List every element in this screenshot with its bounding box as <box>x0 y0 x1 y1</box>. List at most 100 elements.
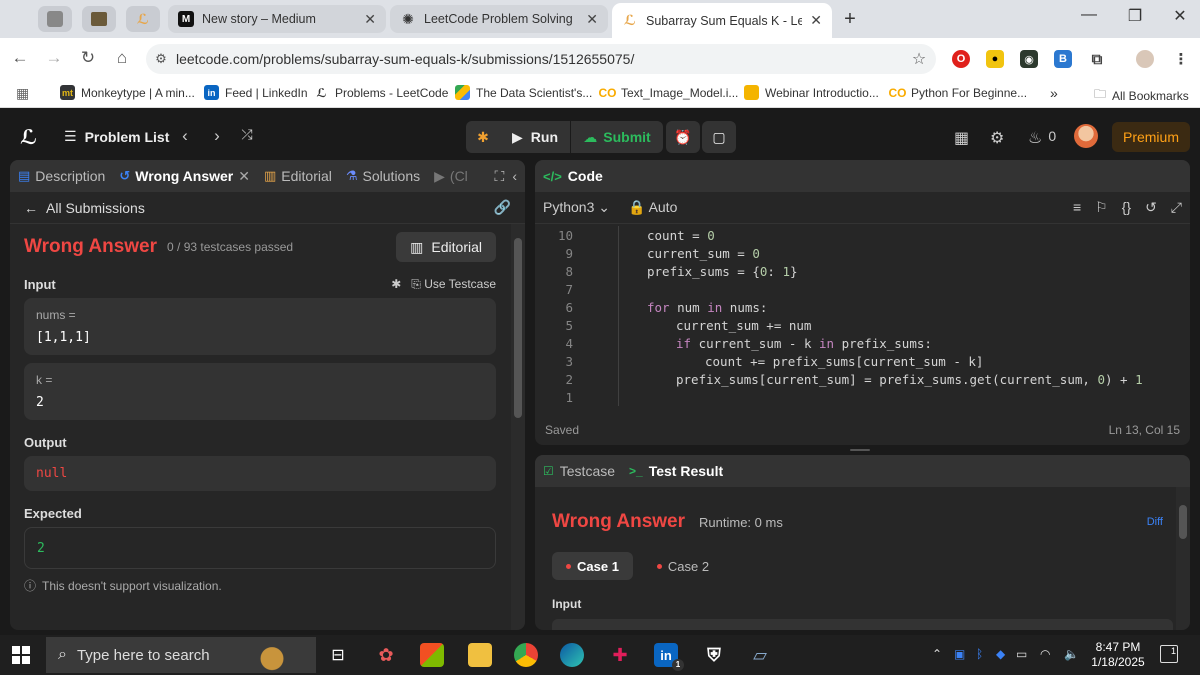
scroll-thumb[interactable] <box>1179 505 1187 539</box>
pinned-tab-2[interactable] <box>82 6 116 32</box>
notepad-icon[interactable]: ▱ <box>748 643 772 667</box>
run-button[interactable]: ▶ Run <box>500 121 570 153</box>
all-bookmarks-button[interactable]: 🗀 All Bookmarks <box>1094 85 1189 106</box>
tab-wrong-answer[interactable]: ↺ Wrong Answer ✕ <box>119 168 250 185</box>
debug-button[interactable]: ✱ <box>466 121 500 153</box>
opera-icon[interactable]: O <box>952 50 970 68</box>
new-tab-button[interactable]: + <box>838 7 862 31</box>
extension-icon[interactable]: ● <box>986 50 1004 68</box>
code-area[interactable]: 10 count = 0 9 current_sum = 0 8 prefix_sum… <box>535 226 1190 406</box>
scroll-thumb[interactable] <box>514 238 522 418</box>
reload-icon[interactable]: ↻ <box>76 48 100 68</box>
menu-kebab-icon[interactable]: ⋮ <box>1172 50 1190 68</box>
minimize-button[interactable]: — <box>1074 6 1104 24</box>
case-tab-2[interactable]: Case 2 <box>643 552 723 580</box>
premium-button[interactable]: Premium <box>1112 122 1190 152</box>
editorial-button[interactable]: ▥ Editorial <box>396 232 496 262</box>
tab-description[interactable]: ▤ Description <box>18 168 105 184</box>
bookmark-leetcode[interactable]: ℒ Problems - LeetCode <box>314 85 448 100</box>
taskbar-search[interactable]: ⌕ Type here to search <box>46 637 316 673</box>
link-icon[interactable]: 🔗 <box>494 199 511 216</box>
task-view-icon[interactable]: ⊟ <box>326 643 350 667</box>
battery-icon[interactable]: ▭ <box>1016 647 1027 661</box>
submit-button[interactable]: ☁ Submit <box>571 121 663 153</box>
panel-resize-handle[interactable] <box>850 449 870 451</box>
tab-medium[interactable]: M New story – Medium ✕ <box>168 5 386 33</box>
more-bookmarks-button[interactable]: » <box>1050 85 1058 101</box>
paint-icon[interactable]: ✿ <box>374 643 398 667</box>
expand-icon[interactable]: ⤢ <box>1171 199 1182 216</box>
tab-test-result[interactable]: >_ Test Result <box>629 463 723 479</box>
close-tab-icon[interactable]: ✕ <box>364 11 376 28</box>
tab-testcase[interactable]: ☑ Testcase <box>543 463 615 479</box>
tab-solutions[interactable]: ⚗ Solutions <box>346 168 420 184</box>
braces-icon[interactable]: {} <box>1122 199 1131 216</box>
notes-button[interactable]: ▢ <box>702 121 736 153</box>
leetcode-logo-icon[interactable]: ℒ <box>20 125 42 149</box>
close-tab-icon[interactable]: ✕ <box>810 12 822 29</box>
next-problem-icon[interactable]: › <box>206 126 228 146</box>
shuffle-icon[interactable]: ⤮ <box>236 126 258 143</box>
user-avatar[interactable] <box>1074 124 1098 148</box>
bookmark-linkedin[interactable]: in Feed | LinkedIn <box>204 85 308 100</box>
prev-problem-icon[interactable]: ‹ <box>174 126 196 146</box>
url-text[interactable]: leetcode.com/problems/subarray-sum-equal… <box>176 51 902 67</box>
tab-overflow[interactable]: ▶ (Cl <box>434 168 468 185</box>
tab-leetcode-problem-solving[interactable]: ✺ LeetCode Problem Solving ✕ <box>390 5 608 33</box>
timer-button[interactable]: ⏰ <box>666 121 700 153</box>
all-submissions-link[interactable]: ← All Submissions <box>24 200 145 216</box>
autocomplete-mode[interactable]: 🔒 Auto <box>628 199 677 216</box>
bookmark-star-icon[interactable]: ☆ <box>902 49 936 69</box>
problem-list-button[interactable]: ☰ Problem List <box>64 128 169 145</box>
layout-icon[interactable]: ▦ <box>954 128 969 148</box>
wifi-icon[interactable]: ◠ <box>1040 647 1050 661</box>
slack-icon[interactable]: ✚ <box>608 643 632 667</box>
defender-icon[interactable]: ◆ <box>996 647 1005 661</box>
address-bar[interactable]: ⚙ leetcode.com/problems/subarray-sum-equ… <box>146 44 936 74</box>
collapse-panel-icon[interactable]: ‹ <box>512 168 517 184</box>
store-icon[interactable] <box>420 643 444 667</box>
pinned-tab-1[interactable] <box>38 6 72 32</box>
streak-counter[interactable]: ♨ 0 <box>1028 128 1056 148</box>
home-icon[interactable]: ⌂ <box>110 48 134 68</box>
linkedin-icon[interactable]: in 1 <box>654 643 684 671</box>
system-clock[interactable]: 8:47 PM 1/18/2025 <box>1088 640 1148 670</box>
bookmark-webinar[interactable]: Webinar Introductio... <box>744 85 879 100</box>
notification-center-icon[interactable]: 1 <box>1160 645 1178 663</box>
file-explorer-icon[interactable] <box>468 643 492 667</box>
tab-editorial[interactable]: ▥ Editorial <box>264 168 332 184</box>
tab-subarray-sum[interactable]: ℒ Subarray Sum Equals K - LeetCo ✕ <box>612 3 832 38</box>
use-testcase-button[interactable]: ⎘ Use Testcase <box>411 277 496 292</box>
test-scrollbar[interactable] <box>1176 487 1190 630</box>
close-window-button[interactable]: ✕ <box>1165 6 1195 26</box>
left-scrollbar[interactable] <box>511 224 525 630</box>
edge-icon[interactable] <box>560 643 584 667</box>
tray-app-icon[interactable]: ▣ <box>954 647 965 661</box>
language-select[interactable]: Python3 ⌄ <box>543 199 610 216</box>
debug-icon[interactable]: ✱ <box>391 277 401 291</box>
tray-overflow-icon[interactable]: ⌃ <box>932 647 942 661</box>
site-info-icon[interactable]: ⚙ <box>146 51 176 67</box>
volume-icon[interactable]: 🔈 <box>1064 647 1079 661</box>
reset-icon[interactable]: ↺ <box>1145 199 1157 216</box>
diff-toggle[interactable]: Diff <box>1147 516 1163 528</box>
bookmark-python-beginners[interactable]: CO Python For Beginne... <box>889 85 1028 100</box>
bookmark-monkeytype[interactable]: mt Monkeytype | A min... <box>60 85 195 100</box>
maximize-icon[interactable]: ⛶ <box>495 168 505 185</box>
case-tab-1[interactable]: Case 1 <box>552 552 633 580</box>
code-tab[interactable]: </> Code <box>535 160 1190 192</box>
windows-start-icon[interactable] <box>12 646 30 664</box>
extension-icon[interactable]: ◉ <box>1020 50 1038 68</box>
bookmark-icon[interactable]: ⚐ <box>1095 199 1108 216</box>
bookmark-data-scientist[interactable]: The Data Scientist's... <box>455 85 592 100</box>
settings-gear-icon[interactable]: ⚙ <box>990 128 1004 148</box>
chrome-icon[interactable] <box>514 643 538 667</box>
close-tab-icon[interactable]: ✕ <box>586 11 598 28</box>
restore-button[interactable]: ❐ <box>1120 6 1150 26</box>
forward-icon[interactable]: → <box>42 48 66 68</box>
bluetooth-icon[interactable]: ᛒ <box>976 647 983 661</box>
extensions-puzzle-icon[interactable]: ⧉ <box>1088 50 1106 68</box>
bookmark-text-image-model[interactable]: CO Text_Image_Model.i... <box>599 85 739 100</box>
close-tab-icon[interactable]: ✕ <box>238 168 250 185</box>
back-icon[interactable]: ← <box>8 48 32 68</box>
